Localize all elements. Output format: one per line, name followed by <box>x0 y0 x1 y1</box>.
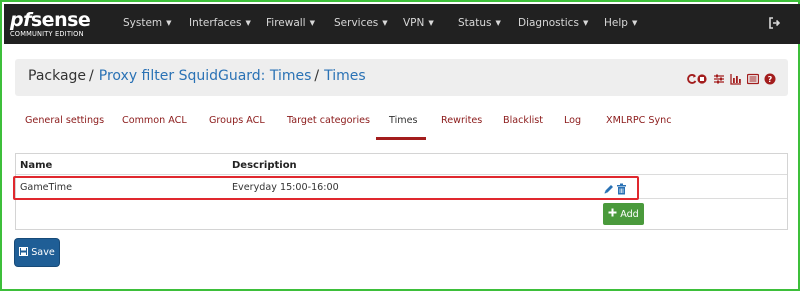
save-button[interactable]: Save <box>15 239 59 266</box>
row-actions <box>603 180 627 195</box>
save-button-label: Save <box>31 247 55 258</box>
caret-down-icon: ▼ <box>166 19 172 27</box>
save-icon <box>19 246 29 259</box>
tab-common-acl[interactable]: Common ACL <box>122 115 187 126</box>
plus-icon <box>608 208 617 220</box>
tab-log[interactable]: Log <box>564 115 581 126</box>
nav-label: Help <box>604 17 628 29</box>
logo-prefix: pf <box>10 9 31 31</box>
caret-down-icon: ▼ <box>582 19 589 27</box>
logo-wordmark: pfsense <box>10 9 91 31</box>
logo-name: sense <box>30 9 91 31</box>
pencil-icon[interactable] <box>603 180 614 194</box>
column-header-name: Name <box>20 160 53 171</box>
help-icon[interactable]: ? <box>764 70 776 85</box>
reload-stop-icon[interactable] <box>686 70 707 84</box>
breadcrumb-link-squidguard-times[interactable]: Proxy filter SquidGuard: Times <box>99 68 312 84</box>
tab-groups-acl[interactable]: Groups ACL <box>209 115 265 126</box>
breadcrumb-actions: ? <box>686 70 776 85</box>
add-button[interactable]: Add <box>603 203 644 225</box>
add-button-label: Add <box>620 208 639 220</box>
nav-interfaces[interactable]: Interfaces ▼ <box>189 17 251 29</box>
caret-down-icon: ▼ <box>245 19 251 27</box>
nav-firewall[interactable]: Firewall ▼ <box>266 17 315 29</box>
nav-label: Services <box>334 17 379 29</box>
active-tab-indicator <box>376 137 426 140</box>
list-icon[interactable] <box>746 70 760 85</box>
top-navbar: pfsense COMMUNITY EDITION System ▼ Interf… <box>4 4 800 44</box>
breadcrumb-separator: / <box>89 68 94 84</box>
nav-label: Diagnostics <box>518 17 579 29</box>
nav-services[interactable]: Services ▼ <box>334 17 388 29</box>
nav-diagnostics[interactable]: Diagnostics ▼ <box>518 17 588 29</box>
tab-blacklist[interactable]: Blacklist <box>503 115 543 126</box>
nav-vpn[interactable]: VPN ▼ <box>403 17 434 29</box>
nav-label: VPN <box>403 17 425 29</box>
column-header-description: Description <box>232 160 297 171</box>
nav-label: Status <box>458 17 492 29</box>
trash-icon[interactable] <box>616 180 627 195</box>
caret-down-icon: ▼ <box>382 19 388 27</box>
caret-down-icon: ▼ <box>428 19 434 27</box>
logo-edition: COMMUNITY EDITION <box>10 30 84 38</box>
tab-xmlrpc-sync[interactable]: XMLRPC Sync <box>606 115 672 126</box>
tab-rewrites[interactable]: Rewrites <box>441 115 482 126</box>
pfsense-logo[interactable]: pfsense COMMUNITY EDITION <box>10 9 106 41</box>
tab-general-settings[interactable]: General settings <box>25 115 104 126</box>
nav-label: System <box>123 17 163 29</box>
caret-down-icon: ▼ <box>631 19 638 27</box>
header-divider <box>16 174 787 175</box>
nav-help[interactable]: Help ▼ <box>604 17 637 29</box>
caret-down-icon: ▼ <box>495 19 501 27</box>
tab-times[interactable]: Times <box>389 115 417 126</box>
sign-out-icon[interactable] <box>768 15 782 29</box>
nav-label: Firewall <box>266 17 306 29</box>
breadcrumb: Package / Proxy filter SquidGuard: Times / T… <box>28 68 366 84</box>
nav-system[interactable]: System ▼ <box>123 17 172 29</box>
window-frame: pfsense COMMUNITY EDITION System ▼ Interf… <box>0 0 800 291</box>
caret-down-icon: ▼ <box>309 19 315 27</box>
row-highlight-box <box>13 176 639 200</box>
breadcrumb-panel: Package / Proxy filter SquidGuard: Times / T… <box>15 59 788 96</box>
nav-label: Interfaces <box>189 17 242 29</box>
breadcrumb-separator: / <box>314 68 320 84</box>
breadcrumb-link-times[interactable]: Times <box>324 68 366 84</box>
svg-text:?: ? <box>768 75 773 84</box>
bar-chart-icon[interactable] <box>730 70 742 85</box>
breadcrumb-root: Package <box>28 68 87 84</box>
tab-target-categories[interactable]: Target categories <box>287 115 370 126</box>
nav-status[interactable]: Status ▼ <box>458 17 501 29</box>
sliders-icon[interactable] <box>713 70 725 84</box>
